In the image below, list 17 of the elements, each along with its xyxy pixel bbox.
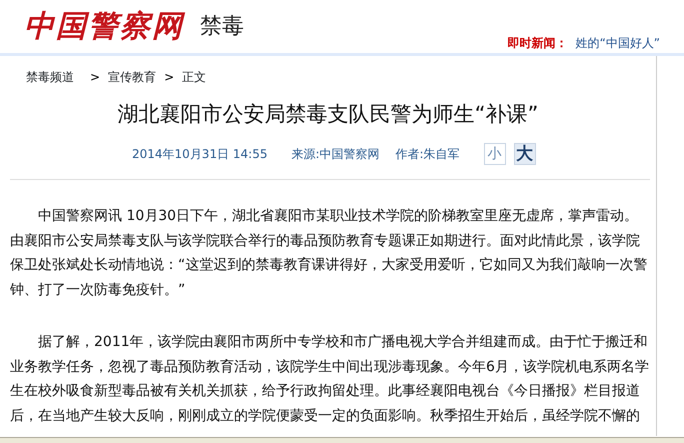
ticker-label: 即时新闻： (508, 34, 568, 52)
font-size-button[interactable]: 大 (514, 143, 536, 166)
article-paragraph: 据了解，2011年，该学院由襄阳市两所中专学校和市广播电视大学合并组建而成。由于忙于搬迁和业务教学任务，忽视了毒品预防教育活动，该院学生中间出现涉毒现象。今年6月，该学院机电系两名学生在校外吸食新型毒品被有关机关抓获，给予行政拘留处理。此事经襄阳电视台《今日播报》栏目报道后，在当地产生较大反响，刚刚成立的学院便蒙受一定的负面影响。秋季招生开始后，虽经学院不懈的 (10, 333, 650, 426)
article-title: 湖北襄阳市公安局禁毒支队民警为师生“补课” (116, 102, 540, 128)
breadcrumb-separator: > (164, 69, 174, 86)
article-author: 作者:朱自军 (396, 146, 460, 164)
news-link[interactable]: 姓的“中国好人” (576, 34, 660, 52)
breadcrumb-link[interactable]: 正文 (182, 68, 206, 86)
channel-title: 禁毒 (200, 13, 244, 41)
font-size-button[interactable]: 小 (484, 143, 506, 166)
breadcrumb-link[interactable]: 宣传教育 (108, 68, 156, 86)
publish-date: 2014年10月31日 14:55 (132, 146, 268, 164)
article-source: 来源:中国警察网 (291, 146, 380, 164)
site-logo[interactable]: 中国警察网 (24, 12, 184, 42)
article-paragraph: 中国警察网讯 10月30日下午，湖北省襄阳市某职业技术学院的阶梯教室里座无虚席，掌声雷动。由襄阳市公安局禁毒支队与该学院联合举行的毒品预防教育专题课正如期进行。面对此情此景，该学院保卫处张斌处长动情地说：“这堂迟到的禁毒教育课讲得好，大家受用爱听，它如同又为我们敲响一次警钟、打了一次防毒免疫针。” (10, 207, 648, 300)
breadcrumb-separator: > (90, 69, 100, 86)
breadcrumb-link[interactable]: 禁毒频道 (26, 68, 74, 86)
